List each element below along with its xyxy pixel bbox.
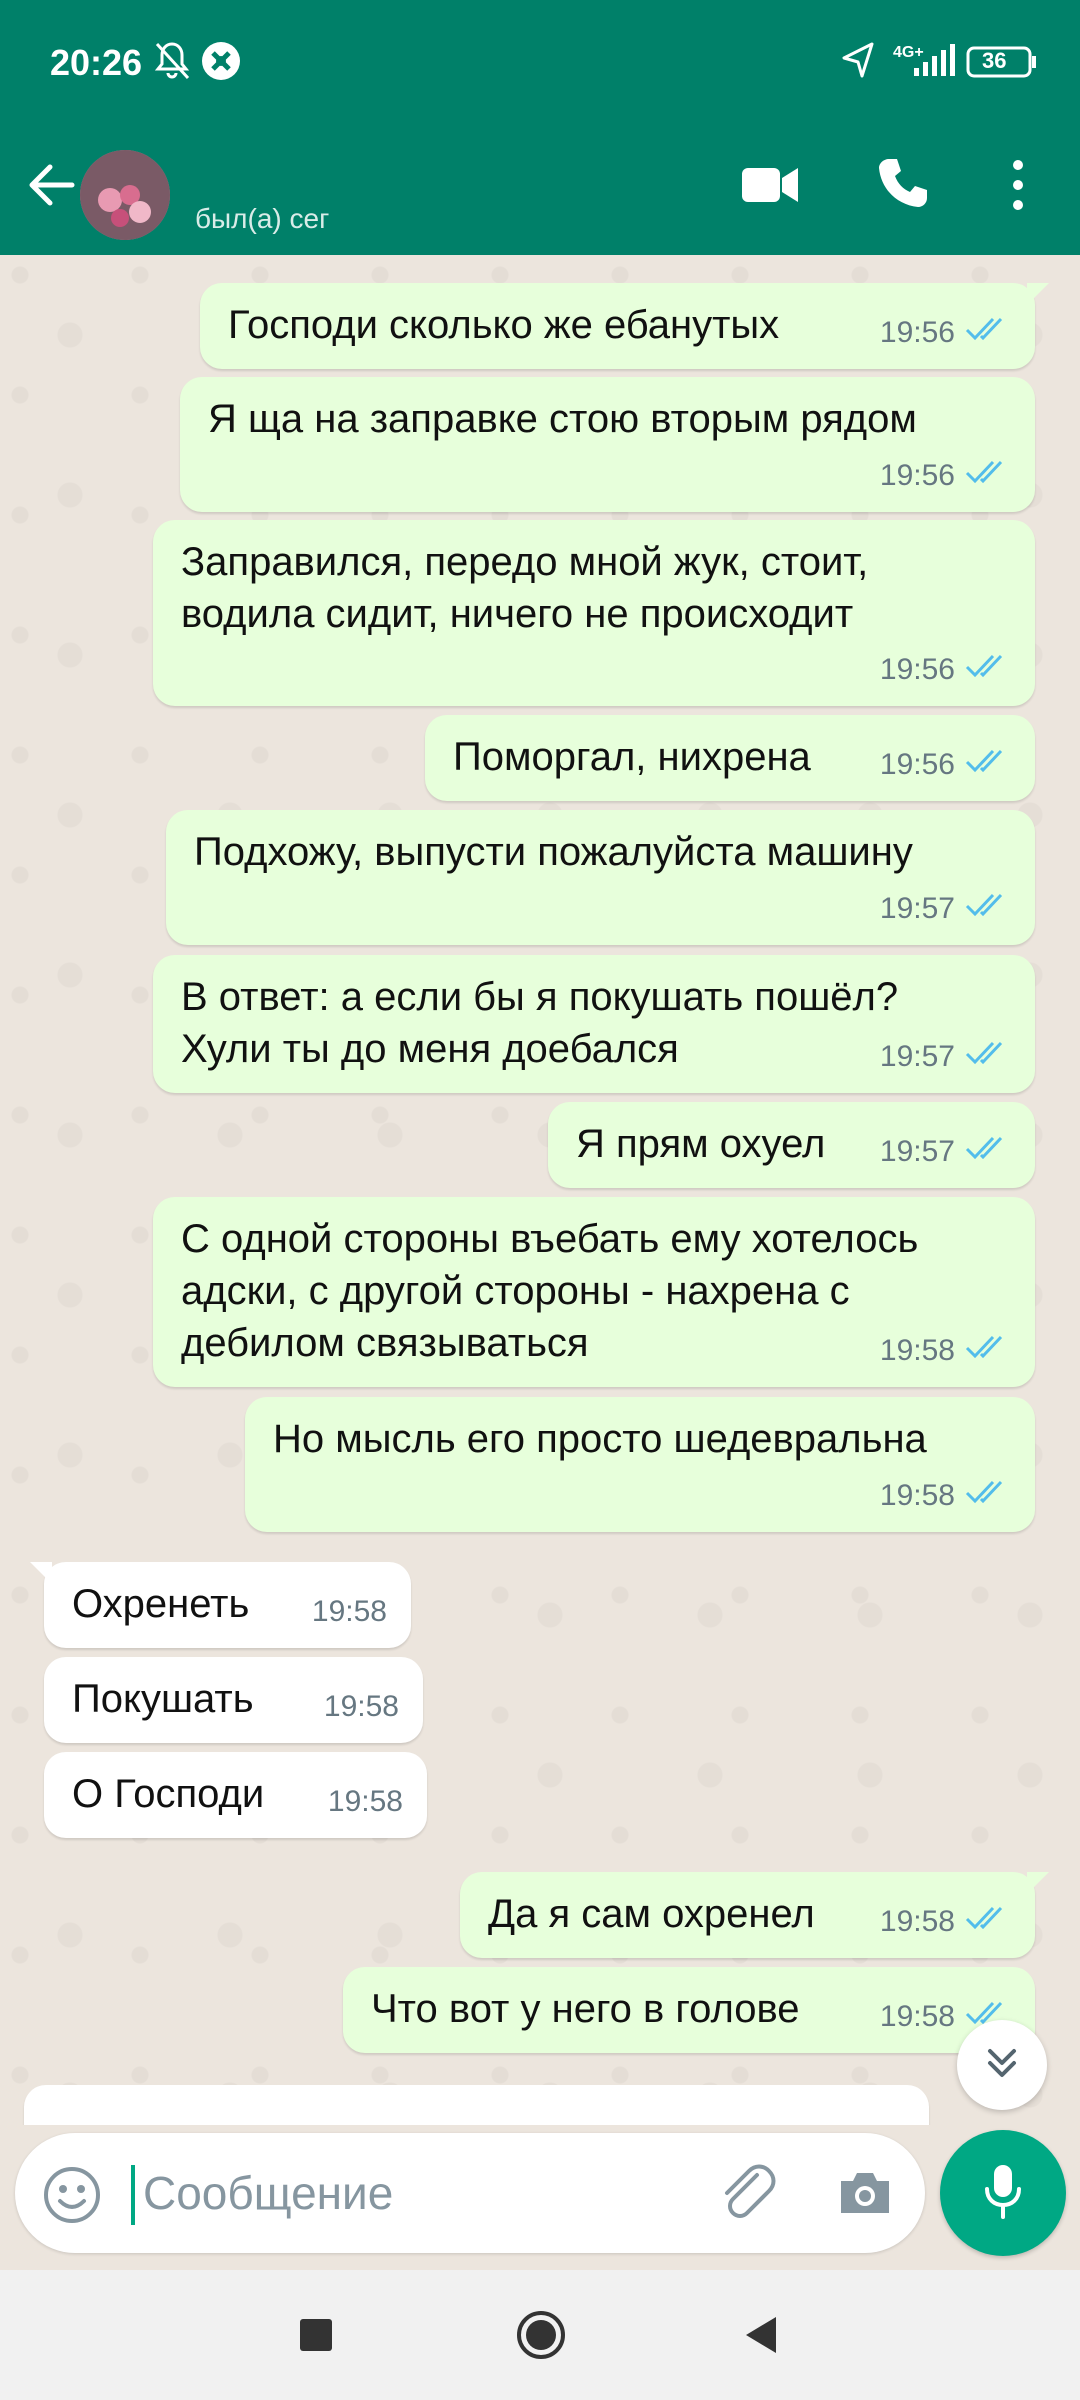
message-time: 19:58 — [323, 1690, 399, 1723]
camera-icon[interactable] — [835, 2163, 895, 2228]
read-ticks-icon — [965, 644, 1011, 696]
recents-square-icon[interactable] — [298, 2270, 334, 2400]
home-circle-icon[interactable] — [515, 2270, 567, 2400]
signal-icon — [910, 40, 956, 85]
read-ticks-icon — [965, 1325, 1011, 1377]
message-time: 19:58 — [879, 1905, 955, 1938]
chat-area[interactable]: Господи сколько же ебанутых 19:56 Я ща н… — [0, 255, 1080, 2125]
message-time: 19:58 — [327, 1785, 403, 1818]
system-nav-bar — [0, 2270, 1080, 2400]
app-notification-icon — [200, 40, 242, 87]
message-time: 19:56 — [879, 653, 955, 686]
message-out[interactable]: Но мысль его просто шедевральна 19:58 — [245, 1397, 1035, 1532]
message-composer — [15, 2133, 925, 2253]
message-time: 19:58 — [879, 1334, 955, 1367]
last-seen: был(а) сег — [195, 203, 330, 234]
read-ticks-icon — [965, 1031, 1011, 1083]
message-in-partial[interactable] — [24, 2085, 929, 2125]
read-ticks-icon — [965, 1470, 1011, 1522]
message-out[interactable]: Подхожу, выпусти пожалуйста машину 19:57 — [166, 810, 1035, 945]
message-out[interactable]: Я прям охуел 19:57 — [548, 1102, 1035, 1188]
read-ticks-icon — [965, 1896, 1011, 1948]
message-time: 19:56 — [879, 459, 955, 492]
message-out[interactable]: Да я сам охренел 19:58 — [460, 1872, 1049, 1958]
phone-icon[interactable] — [875, 155, 931, 216]
message-time: 19:56 — [879, 748, 955, 781]
status-bar: 20:26 4G+ 36 — [0, 0, 1080, 125]
message-out[interactable]: Господи сколько же ебанутых 19:56 — [200, 283, 1049, 369]
message-in[interactable]: Покушать 19:58 — [44, 1657, 423, 1743]
emoji-icon[interactable] — [40, 2163, 104, 2232]
scroll-to-bottom-button[interactable] — [957, 2020, 1047, 2110]
message-time: 19:58 — [311, 1595, 387, 1628]
message-in[interactable]: Охренеть 19:58 — [30, 1562, 411, 1648]
read-ticks-icon — [965, 739, 1011, 791]
video-call-icon[interactable] — [740, 160, 800, 215]
status-time: 20:26 — [50, 42, 143, 83]
message-out[interactable]: Поморгал, нихрена 19:56 — [425, 715, 1035, 801]
message-time: 19:58 — [879, 2000, 955, 2033]
message-out[interactable]: В ответ: а если бы я покушать пошёл? Хул… — [153, 955, 1035, 1093]
message-time: 19:58 — [879, 1479, 955, 1512]
message-out[interactable]: С одной стороны въебать ему хотелось адс… — [153, 1197, 1035, 1387]
message-in[interactable]: О Господи 19:58 — [44, 1752, 427, 1838]
arrow-left-icon[interactable] — [22, 155, 82, 220]
mic-button[interactable] — [940, 2130, 1066, 2256]
mute-bell-icon — [152, 40, 192, 87]
mic-icon — [979, 2161, 1027, 2226]
back-triangle-icon[interactable] — [742, 2270, 778, 2400]
message-out[interactable]: Заправился, передо мной жук, стоит, води… — [153, 520, 1035, 706]
message-time: 19:56 — [879, 316, 955, 349]
message-time: 19:57 — [879, 1040, 955, 1073]
battery-level: 36 — [982, 48, 1007, 73]
paperclip-icon[interactable] — [715, 2161, 779, 2230]
location-arrow-icon — [840, 40, 876, 85]
chat-header: был(а) сег — [0, 125, 1080, 255]
read-ticks-icon — [965, 883, 1011, 935]
read-ticks-icon — [965, 307, 1011, 359]
message-out[interactable]: Я ща на заправке стою вторым рядом 19:56 — [180, 377, 1035, 512]
text-cursor — [131, 2165, 135, 2225]
message-time: 19:57 — [879, 892, 955, 925]
message-out[interactable]: Что вот у него в голове 19:58 — [343, 1967, 1035, 2053]
message-time: 19:57 — [879, 1135, 955, 1168]
message-input[interactable] — [143, 2163, 703, 2223]
read-ticks-icon — [965, 1126, 1011, 1178]
double-chevron-down-icon — [982, 2043, 1022, 2088]
avatar[interactable] — [80, 150, 170, 240]
more-vert-icon[interactable] — [1005, 155, 1031, 220]
read-ticks-icon — [965, 450, 1011, 502]
